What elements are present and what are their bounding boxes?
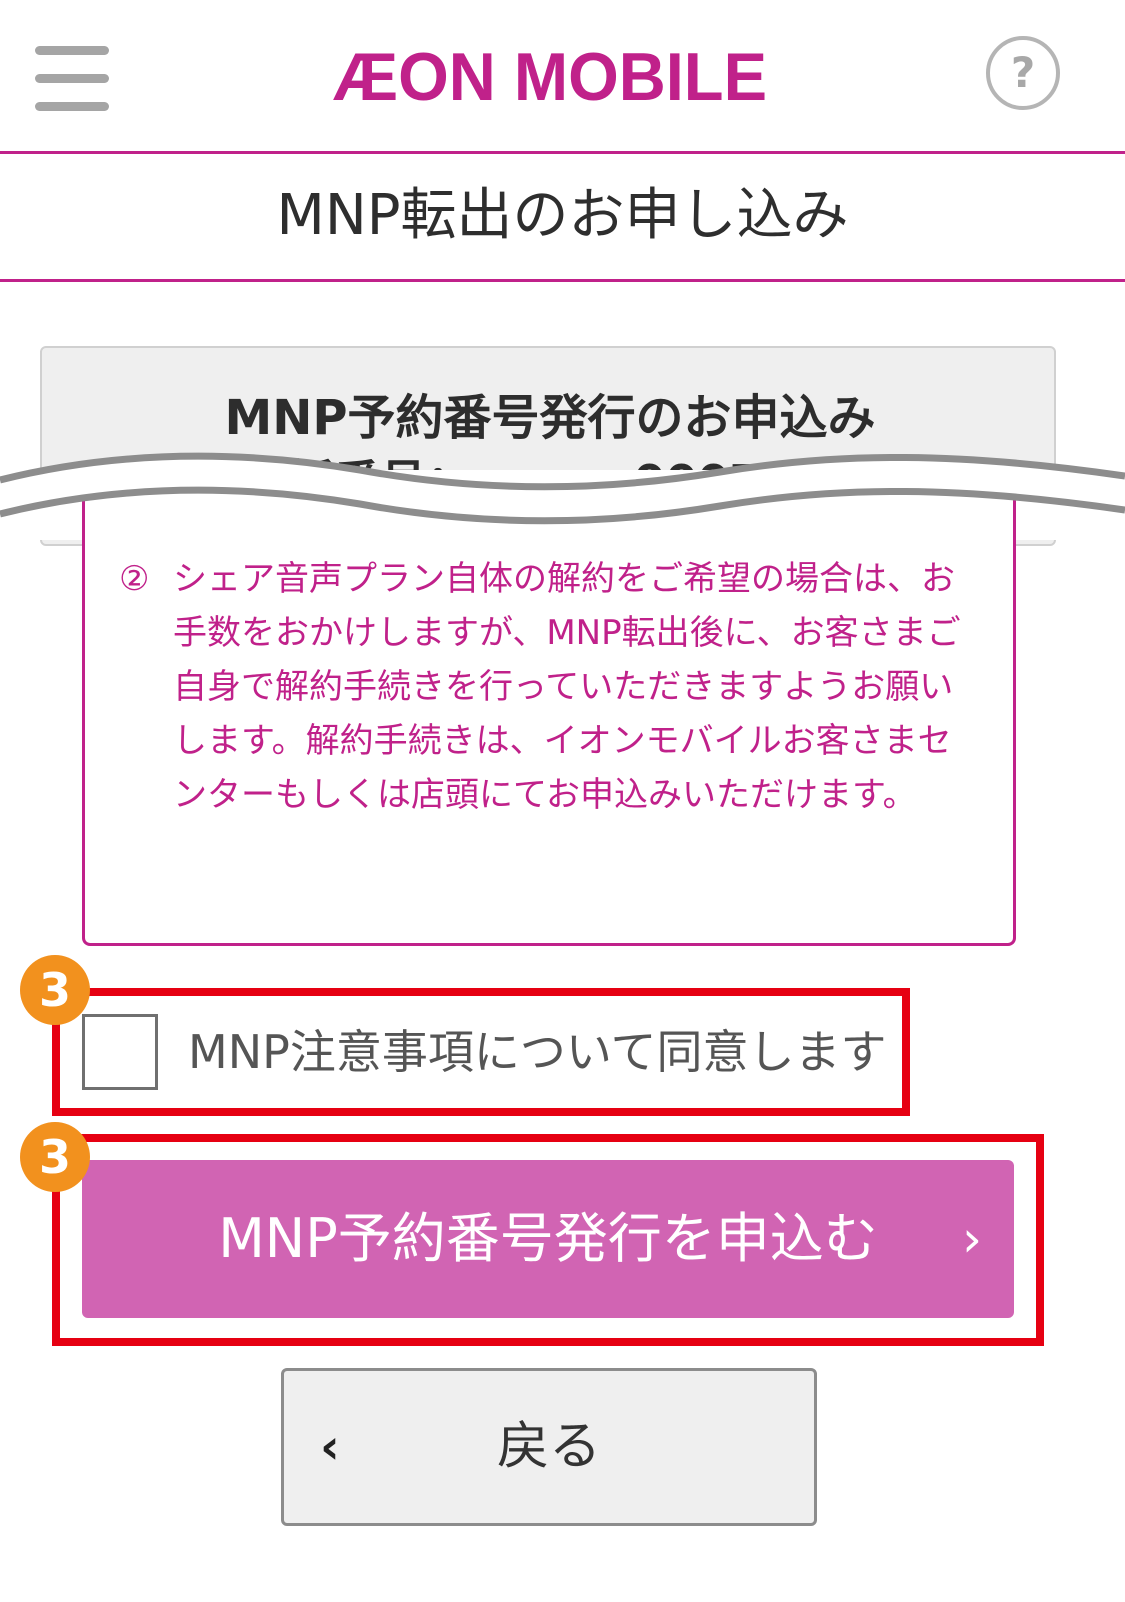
- notice-number: ②: [119, 559, 150, 599]
- back-button[interactable]: ‹ 戻る: [281, 1368, 817, 1526]
- plan-title: MNP予約番号発行のお申込み: [224, 390, 876, 446]
- step-badge-submit: 3: [20, 1122, 90, 1192]
- page-title: MNP転出のお申し込み: [276, 183, 849, 248]
- hamburger-menu-icon[interactable]: [35, 46, 109, 112]
- help-icon[interactable]: ?: [986, 36, 1060, 110]
- submit-mnp-button[interactable]: MNP予約番号発行を申込む ›: [82, 1160, 1014, 1318]
- help-symbol: ?: [1010, 48, 1036, 97]
- notice-content: ② シェア音声プラン自体の解約をご希望の場合は、お手数をおかけしますが、MNP転…: [119, 552, 985, 822]
- step-badge-agree: 3: [20, 955, 90, 1025]
- omission-wave-divider: [0, 452, 1125, 525]
- notice-text: シェア音声プラン自体の解約をご希望の場合は、お手数をおかけしますが、MNP転出後…: [173, 559, 961, 815]
- agree-checkbox[interactable]: [82, 1014, 158, 1090]
- back-label: 戻る: [496, 1417, 601, 1477]
- agree-label[interactable]: MNP注意事項について同意します: [188, 1014, 886, 1090]
- submit-mnp-label: MNP予約番号発行を申込む: [218, 1207, 878, 1270]
- notice-box: ② シェア音声プラン自体の解約をご希望の場合は、お手数をおかけしますが、MNP転…: [82, 490, 1016, 946]
- app-header: ÆON MOBILE ?: [0, 0, 1125, 152]
- chevron-right-icon: ›: [962, 1210, 982, 1268]
- title-divider: [0, 279, 1125, 282]
- logo-text: ÆON MOBILE: [333, 39, 767, 110]
- aeon-mobile-logo[interactable]: ÆON MOBILE: [330, 38, 770, 110]
